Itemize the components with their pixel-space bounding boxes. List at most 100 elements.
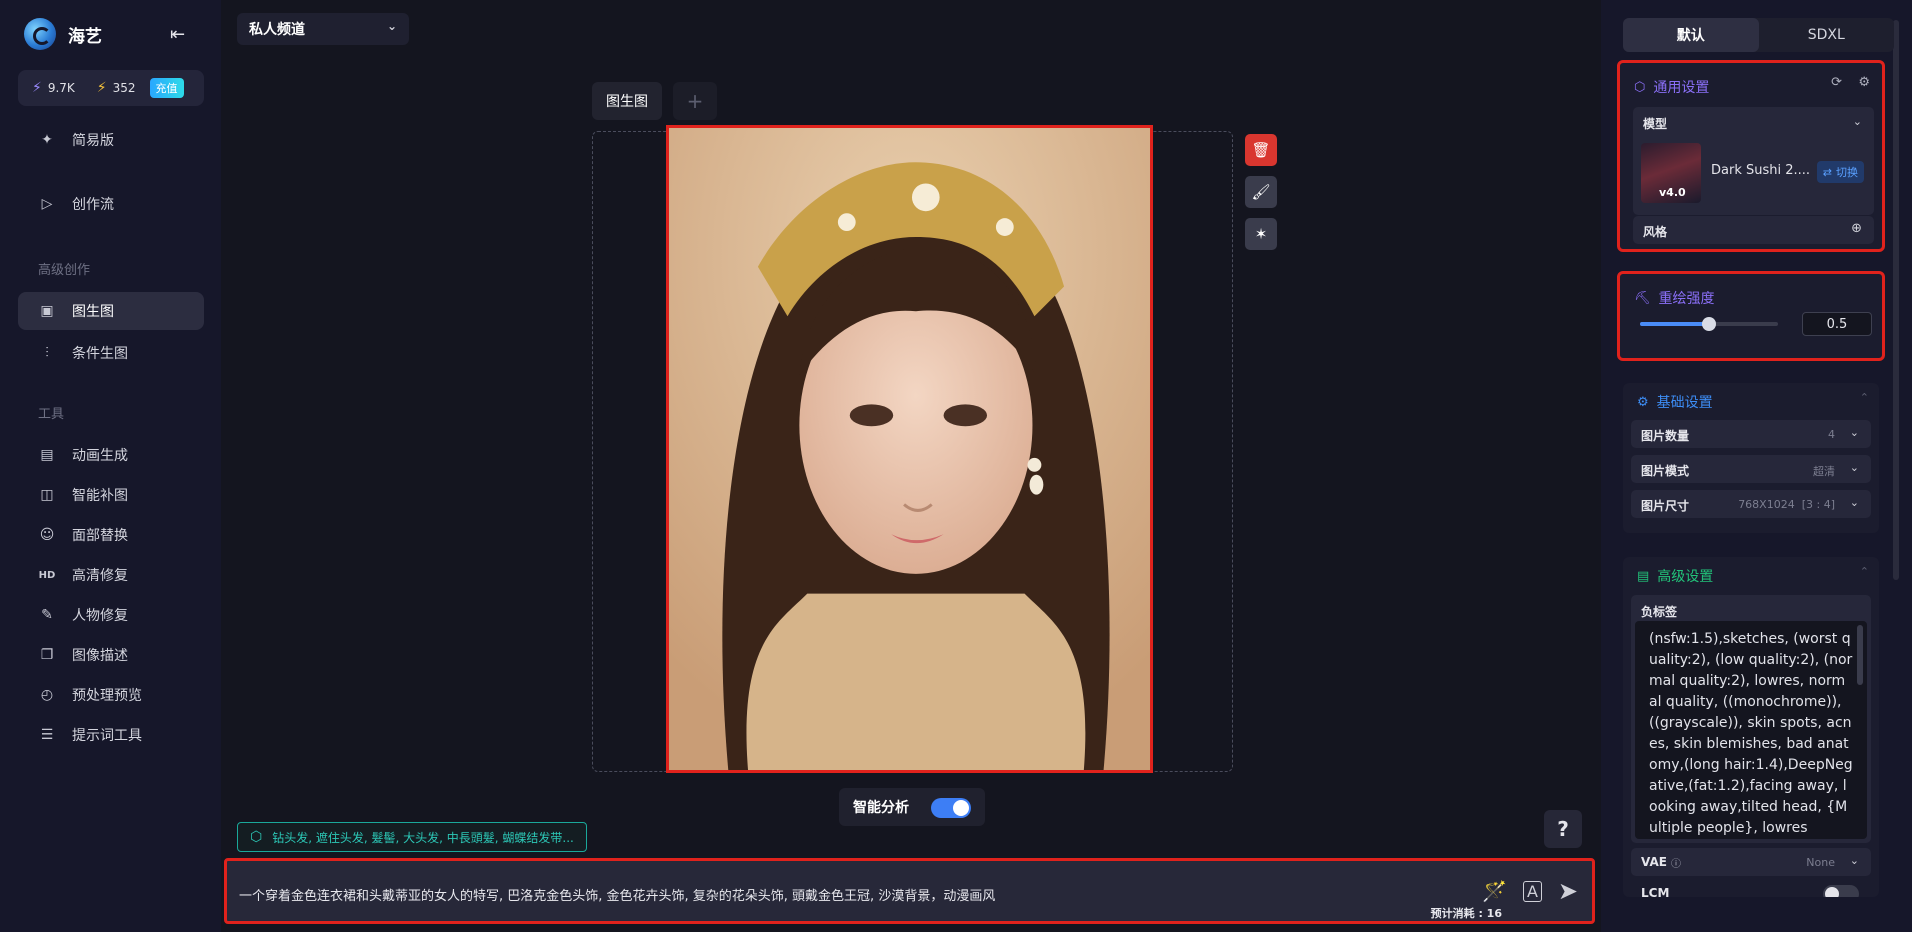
tab-default[interactable]: 默认 [1623, 18, 1759, 52]
app-name: 海艺 [68, 26, 102, 47]
sidebar-item-label: 图生图 [72, 304, 114, 320]
chevron-down-icon: ⌄ [386, 19, 397, 33]
chevron-up-icon[interactable]: ⌃ [1860, 565, 1869, 578]
switch-model-button[interactable]: ⇄ 切换 [1816, 161, 1864, 183]
redraw-slider[interactable] [1640, 317, 1778, 331]
image-mode-label: 图片模式 [1641, 464, 1690, 478]
sidebar-item-prompt-tools[interactable]: ☰ 提示词工具 [18, 716, 204, 754]
smart-analysis: 智能分析 [839, 788, 985, 826]
source-image[interactable] [666, 125, 1153, 773]
cube-icon: ⬡ [1634, 79, 1646, 95]
hd-icon: HD [38, 569, 56, 581]
gear-icon[interactable]: ⚙ [1858, 75, 1870, 90]
sidebar-item-outpaint[interactable]: ◫ 智能补图 [18, 476, 204, 514]
sidebar-item-face-swap[interactable]: ☺ 面部替换 [18, 516, 204, 554]
lcm-toggle[interactable] [1823, 885, 1859, 897]
image-mode-row[interactable]: 图片模式 超清 ⌄ [1631, 455, 1871, 483]
image-size-row[interactable]: 图片尺寸 768X1024 [3 : 4] ⌄ [1631, 490, 1871, 518]
help-button[interactable]: ? [1544, 810, 1582, 848]
smart-analysis-toggle[interactable] [931, 798, 971, 818]
add-tab-button[interactable]: + [673, 82, 717, 120]
scrollbar[interactable] [1857, 625, 1863, 685]
magic-select-icon[interactable]: ✶ [1245, 218, 1277, 250]
magic-wand-icon[interactable]: 🪄 [1482, 879, 1507, 903]
sidebar-item-label: 面部替换 [72, 528, 128, 544]
sidebar-item-hd-fix[interactable]: HD 高清修复 [18, 556, 204, 594]
image-count-value: 4 [1828, 428, 1835, 441]
book-icon: ❐ [40, 647, 54, 663]
redraw-strength-header: ⛏ 重绘强度 [1634, 288, 1715, 308]
sidebar-item-label: 智能补图 [72, 488, 128, 504]
send-icon[interactable]: ➤ [1558, 877, 1578, 905]
redraw-value-input[interactable]: 0.5 [1802, 312, 1872, 336]
credits-bar: ⚡ 9.7K ⚡ 352 充值 [18, 70, 204, 106]
channel-select[interactable]: 私人频道 ⌄ [237, 13, 409, 45]
recharge-button[interactable]: 充值 [149, 78, 184, 98]
style-label: 风格 [1643, 225, 1668, 239]
sidebar-item-describe[interactable]: ❐ 图像描述 [18, 636, 204, 674]
smart-analysis-label: 智能分析 [853, 800, 909, 816]
image-size-value: 768X1024 [3 : 4] [1738, 498, 1835, 511]
paint-roller-icon: ⛏ [1634, 290, 1651, 306]
repair-icon: ✎ [41, 607, 53, 623]
image-count-row[interactable]: 图片数量 4 ⌄ [1631, 420, 1871, 448]
section-advanced: 高级创作 [38, 263, 91, 278]
prompt-input[interactable]: 一个穿着金色连衣裙和头戴蒂亚的女人的特写, 巴洛克金色头饰, 金色花卉头饰, 复… [224, 858, 1595, 924]
delete-icon[interactable]: 🗑 [1245, 134, 1277, 166]
sidebar-item-preprocess[interactable]: ◴ 预处理预览 [18, 676, 204, 714]
tag-suggestion[interactable]: ⬡ 钻头发, 遮住头发, 髮髻, 大头发, 中長頭髮, 蝴蝶结发带... [237, 822, 587, 852]
list-icon: ▤ [1637, 568, 1650, 584]
chevron-down-icon: ⌄ [1849, 461, 1859, 474]
scrollbar[interactable] [1893, 20, 1899, 580]
collapse-sidebar-icon[interactable]: ⇤ [170, 24, 192, 46]
general-settings-header: ⬡ 通用设置 [1634, 77, 1709, 97]
chevron-down-icon: ⌄ [1849, 426, 1859, 439]
model-card: 模型 ⌄ v4.0 Dark Sushi 2.... ⇄ 切换 [1633, 107, 1874, 215]
portrait-illustration [669, 128, 1150, 770]
tag-suggestion-text: 钻头发, 遮住头发, 髮髻, 大头发, 中長頭髮, 蝴蝶结发带... [272, 830, 574, 845]
sidebar-item-img2img[interactable]: ▣ 图生图 [18, 292, 204, 330]
info-icon[interactable]: ⓘ [1671, 855, 1681, 870]
vae-value: None [1806, 856, 1835, 869]
face-icon: ☺ [39, 527, 55, 543]
tab-sdxl[interactable]: SDXL [1759, 18, 1895, 52]
sidebar-item-simple[interactable]: ✦ 简易版 [18, 121, 204, 159]
slider-thumb[interactable] [1702, 317, 1716, 331]
sparkle-icon: ✦ [41, 132, 53, 148]
basic-settings-card: ⚙ 基础设置 ⌃ 图片数量 4 ⌄ 图片模式 超清 ⌄ 图片尺寸 768X102… [1623, 383, 1879, 533]
negative-prompt-input[interactable]: (nsfw:1.5),sketches, (worst quality:2), … [1635, 621, 1867, 839]
sidebar-item-conditional[interactable]: ⫶ 条件生图 [18, 334, 204, 372]
tab-img2img[interactable]: 图生图 [592, 82, 662, 120]
style-row[interactable]: 风格 ⊕ [1633, 216, 1874, 244]
chevron-up-icon[interactable]: ⌃ [1860, 391, 1869, 404]
play-icon: ▷ [41, 196, 53, 212]
prompt-icon: ☰ [40, 727, 54, 743]
sidebar-item-workflow[interactable]: ▷ 创作流 [18, 185, 204, 223]
chevron-down-icon: ⌄ [1849, 496, 1859, 509]
plus-icon[interactable]: ⊕ [1851, 221, 1862, 236]
refresh-icon[interactable]: ⟳ [1831, 75, 1842, 90]
model-thumbnail[interactable]: v4.0 [1641, 143, 1701, 203]
vae-row[interactable]: VAE ⓘ None ⌄ [1631, 848, 1871, 876]
lightning-count: 352 [112, 81, 136, 95]
advanced-settings-card: ▤ 高级设置 ⌃ 负标签 (nsfw:1.5),sketches, (worst… [1623, 557, 1879, 897]
sliders-icon: ⫶ [45, 345, 49, 361]
slider-fill [1640, 322, 1709, 326]
sidebar-item-label: 高清修复 [72, 568, 128, 584]
expand-image-icon: ◫ [40, 487, 54, 503]
image-icon: ▣ [40, 303, 54, 319]
advanced-settings-header[interactable]: ▤ 高级设置 [1637, 566, 1713, 586]
sidebar-item-person-fix[interactable]: ✎ 人物修复 [18, 596, 204, 634]
basic-settings-title: 基础设置 [1656, 395, 1713, 411]
film-icon: ▤ [40, 447, 54, 463]
negative-prompt-label: 负标签 [1641, 605, 1678, 619]
sidebar-item-label: 人物修复 [72, 608, 128, 624]
brand[interactable]: 海艺 [24, 18, 102, 50]
basic-settings-header[interactable]: ⚙ 基础设置 [1637, 392, 1713, 412]
redraw-strength-title: 重绘强度 [1658, 291, 1715, 307]
translate-icon[interactable]: A [1522, 880, 1542, 902]
chevron-down-icon[interactable]: ⌄ [1853, 115, 1862, 128]
model-label: 模型 [1643, 117, 1668, 131]
sidebar-item-animation[interactable]: ▤ 动画生成 [18, 436, 204, 474]
brush-icon[interactable]: 🖌 [1245, 176, 1277, 208]
